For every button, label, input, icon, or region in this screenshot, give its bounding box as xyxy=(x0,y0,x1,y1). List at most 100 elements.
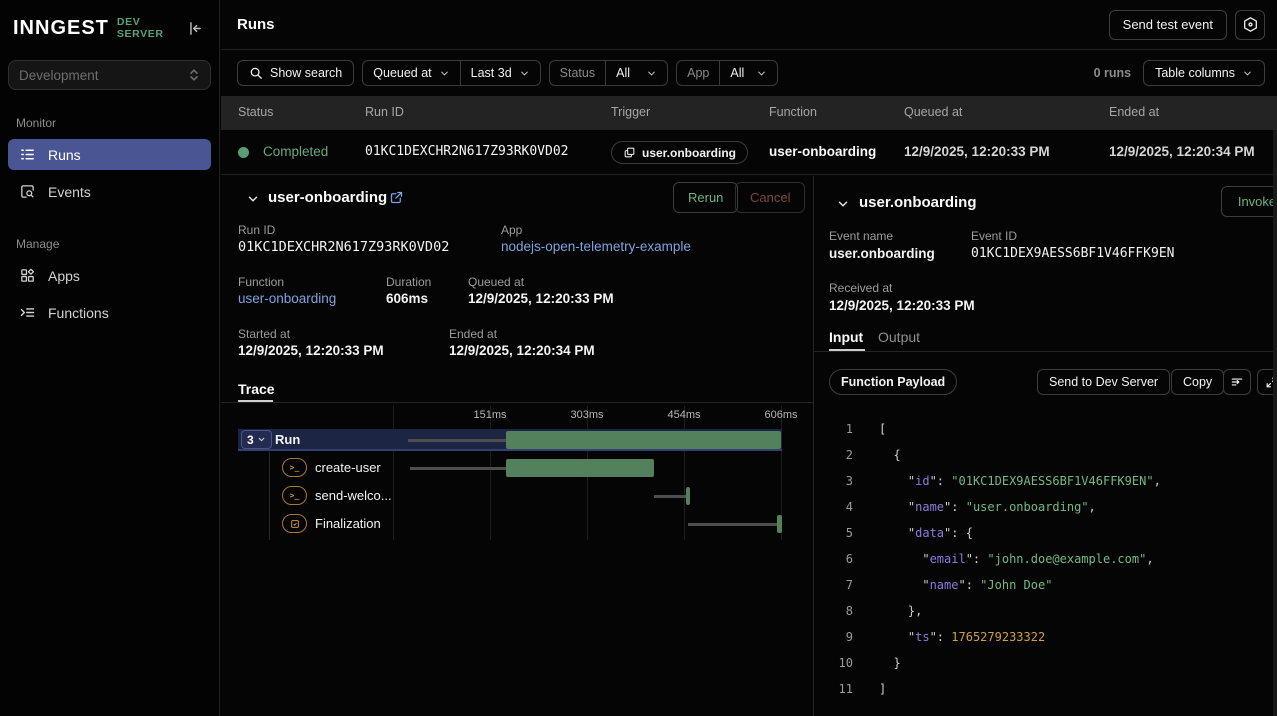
status-filter-group: Status All xyxy=(549,60,668,86)
sidebar: INNGEST DEV SERVER Development Monitor R… xyxy=(0,0,220,716)
trace-duration-bar[interactable] xyxy=(777,515,782,533)
line-number: 6 xyxy=(814,552,853,566)
axis-tick: 151ms xyxy=(473,409,506,421)
sidebar-item-runs[interactable]: Runs xyxy=(8,139,211,170)
code-line: 7 "name": "John Doe" xyxy=(814,572,1277,598)
trace-row-send-welcome[interactable]: >_ send-welco... xyxy=(221,485,813,507)
send-test-event-button[interactable]: Send test event xyxy=(1109,10,1227,40)
trigger-badge[interactable]: user.onboarding xyxy=(611,141,748,164)
environment-select-value: Development xyxy=(19,68,99,83)
app-filter-label: App xyxy=(677,61,719,85)
axis-tick: 303ms xyxy=(570,409,603,421)
trace-span-label: Run xyxy=(275,432,300,447)
sidebar-item-label: Apps xyxy=(48,268,80,284)
time-range-filter[interactable]: Last 3d xyxy=(460,61,540,85)
sidebar-item-apps[interactable]: Apps xyxy=(8,260,211,291)
line-number: 3 xyxy=(814,474,853,488)
trace-delay-line xyxy=(688,523,777,526)
trace-span-label: create-user xyxy=(315,460,381,475)
events-icon xyxy=(18,183,36,200)
received-at-label: Received at xyxy=(829,281,892,295)
trace-row-finalization[interactable]: Finalization xyxy=(221,513,813,535)
trace-delay-line xyxy=(408,439,506,442)
line-number: 4 xyxy=(814,500,853,514)
vertical-scrollbar[interactable] xyxy=(1273,130,1277,716)
tab-output[interactable]: Output xyxy=(878,329,920,345)
trace-duration-bar[interactable] xyxy=(686,487,691,505)
show-search-button[interactable]: Show search xyxy=(237,60,354,86)
run-detail-title: user-onboarding xyxy=(268,189,387,206)
expand-steps-badge[interactable]: 3 xyxy=(241,430,272,449)
apps-icon xyxy=(18,267,36,284)
tab-input[interactable]: Input xyxy=(829,329,863,345)
send-to-dev-server-button[interactable]: Send to Dev Server xyxy=(1037,369,1170,395)
app-filter-value[interactable]: All xyxy=(719,61,777,85)
function-link[interactable]: user-onboarding xyxy=(238,291,336,306)
queued-at-cell: 12/9/2025, 12:20:33 PM xyxy=(904,144,1050,159)
column-header-queued-at: Queued at xyxy=(904,105,962,119)
cancel-button[interactable]: Cancel xyxy=(735,182,805,213)
trace-span-timeline xyxy=(393,485,781,507)
collapse-sidebar-icon[interactable] xyxy=(185,17,205,39)
chevron-down-icon xyxy=(756,68,767,79)
rerun-button[interactable]: Rerun xyxy=(673,182,738,213)
line-number: 2 xyxy=(814,448,853,462)
function-cell: user-onboarding xyxy=(769,144,876,159)
column-header-function: Function xyxy=(769,105,817,119)
received-at-value: 12/9/2025, 12:20:33 PM xyxy=(829,298,975,313)
code-line: 5 "data": { xyxy=(814,520,1277,546)
app-filter-group: App All xyxy=(676,60,778,86)
sidebar-item-events[interactable]: Events xyxy=(8,176,211,207)
environment-select[interactable]: Development xyxy=(8,60,211,90)
payload-type-badge[interactable]: Function Payload xyxy=(829,369,957,395)
external-link-icon[interactable] xyxy=(389,190,404,205)
tab-trace[interactable]: Trace xyxy=(238,381,275,397)
sidebar-item-functions[interactable]: Functions xyxy=(8,297,211,328)
event-name-value: user.onboarding xyxy=(829,246,935,261)
code-line: 2 { xyxy=(814,442,1277,468)
column-header-ended-at: Ended at xyxy=(1109,105,1159,119)
ended-at-label: Ended at xyxy=(449,327,497,341)
code-line: 1[ xyxy=(814,416,1277,442)
app-link[interactable]: nodejs-open-telemetry-example xyxy=(501,239,691,254)
settings-button[interactable] xyxy=(1235,10,1265,40)
event-icon xyxy=(623,146,636,159)
started-at-label: Started at xyxy=(238,327,290,341)
collapse-run-detail-icon[interactable] xyxy=(245,191,261,207)
run-table-row[interactable]: Completed 01KC1DEXCHR2N617Z93RK0VD02 use… xyxy=(221,130,1277,175)
runs-count: 0 runs xyxy=(1094,66,1132,80)
queued-at-filter[interactable]: Queued at xyxy=(363,61,459,85)
gear-icon xyxy=(1242,16,1259,33)
trace-row-create-user[interactable]: >_ create-user xyxy=(221,457,813,479)
collapse-event-detail-icon[interactable] xyxy=(835,196,851,212)
copy-button[interactable]: Copy xyxy=(1171,369,1224,395)
trace-duration-bar[interactable] xyxy=(506,459,654,477)
started-at-value: 12/9/2025, 12:20:33 PM xyxy=(238,343,384,358)
column-header-trigger: Trigger xyxy=(611,105,650,119)
invoke-button[interactable]: Invoke xyxy=(1221,186,1277,217)
status-filter-label: Status xyxy=(550,61,605,85)
table-columns-button[interactable]: Table columns xyxy=(1143,60,1265,86)
logo-row: INNGEST DEV SERVER xyxy=(0,0,219,56)
topbar: Runs Send test event xyxy=(221,0,1277,50)
payload-code-editor[interactable]: 1[2 {3 "id": "01KC1DEX9AESS6BF1V46FFK9EN… xyxy=(814,416,1277,702)
trace-duration-bar[interactable] xyxy=(506,431,781,449)
column-header-run-id: Run ID xyxy=(365,105,404,119)
code-line: 8 }, xyxy=(814,598,1277,624)
word-wrap-button[interactable] xyxy=(1223,369,1251,395)
finalization-check-icon xyxy=(282,514,307,533)
trace-divider xyxy=(221,402,813,403)
line-number: 10 xyxy=(814,656,853,670)
chevron-down-icon xyxy=(519,68,530,79)
line-number: 8 xyxy=(814,604,853,618)
axis-tick: 606ms xyxy=(764,409,797,421)
status-filter-value[interactable]: All xyxy=(605,61,667,85)
trace-span-label: send-welco... xyxy=(315,488,392,503)
trace-row-run[interactable]: 3 Run xyxy=(221,429,813,451)
event-name-label: Event name xyxy=(829,229,893,243)
runs-table-header: Status Run ID Trigger Function Queued at… xyxy=(221,96,1277,130)
code-line: 6 "email": "john.doe@example.com", xyxy=(814,546,1277,572)
run-id-cell: 01KC1DEXCHR2N617Z93RK0VD02 xyxy=(365,144,569,159)
sidebar-section-manage: Manage xyxy=(16,237,203,251)
event-id-label: Event ID xyxy=(971,229,1017,243)
